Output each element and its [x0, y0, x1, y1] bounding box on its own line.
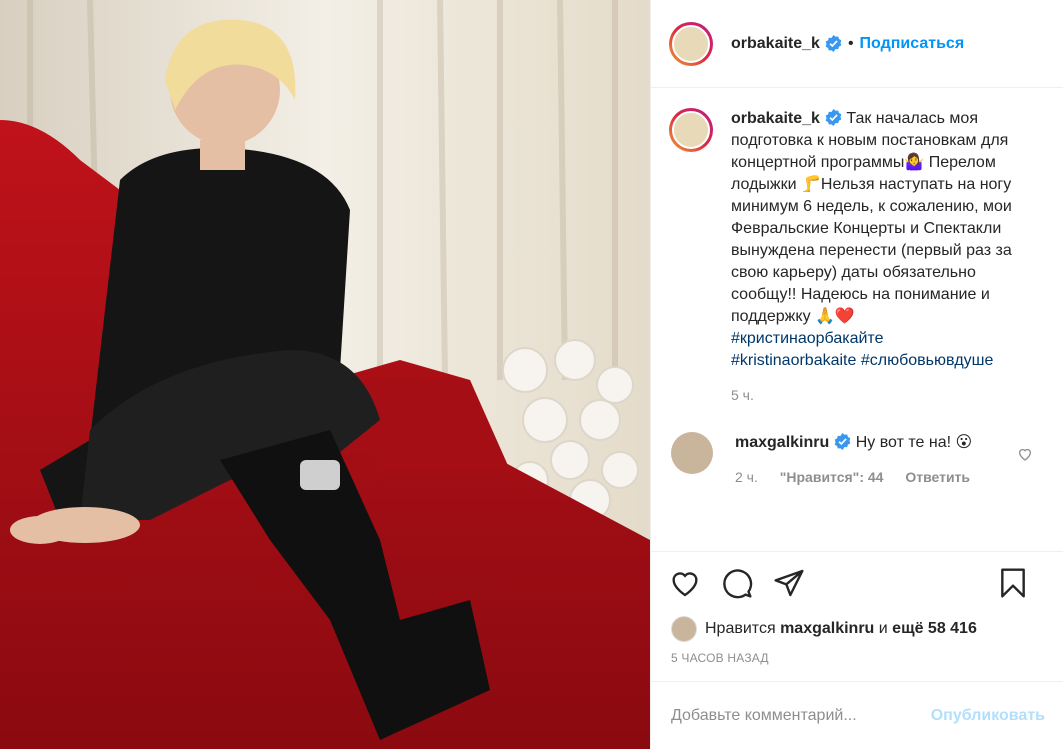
- post-timestamp[interactable]: 5 ЧАСОВ НАЗАД: [651, 645, 1063, 681]
- add-comment-bar: Добавьте комментарий... Опубликовать: [651, 681, 1063, 749]
- comment-like-icon[interactable]: [1017, 446, 1033, 462]
- header-separator: •: [847, 34, 854, 52]
- caption-avatar[interactable]: [669, 108, 713, 152]
- comment-username[interactable]: maxgalkinru: [735, 434, 829, 451]
- caption-text-block: orbakaite_k Так началась моя подготовка …: [731, 108, 1026, 406]
- likes-prefix: Нравится: [705, 620, 776, 637]
- likes-summary: Нравится maxgalkinru и ещё 58 416: [651, 613, 1063, 645]
- follow-button[interactable]: Подписаться: [860, 35, 965, 53]
- post-photo-illustration: [0, 0, 650, 749]
- comment-time[interactable]: 2 ч.: [735, 469, 758, 485]
- author-avatar-image: [672, 24, 710, 63]
- liker-username[interactable]: maxgalkinru: [780, 620, 874, 638]
- caption-text: Так началась моя подготовка к новым пост…: [731, 110, 1012, 325]
- caption: orbakaite_k Так началась моя подготовка …: [669, 108, 1045, 406]
- likes-count-button[interactable]: ещё 58 416: [892, 620, 977, 638]
- commenter-avatar[interactable]: [671, 432, 713, 474]
- comments-area[interactable]: orbakaite_k Так началась моя подготовка …: [651, 88, 1063, 551]
- author-username[interactable]: orbakaite_k: [731, 35, 820, 53]
- reply-button[interactable]: Ответить: [905, 469, 970, 485]
- bookmark-icon[interactable]: [997, 567, 1029, 599]
- share-icon[interactable]: [773, 567, 805, 599]
- liker-avatar[interactable]: [671, 616, 697, 642]
- comment-text: Ну вот те на! 😮: [855, 434, 973, 451]
- comment-meta: 2 ч. "Нравится": 44 Ответить: [735, 466, 988, 488]
- publish-button[interactable]: Опубликовать: [931, 707, 1045, 725]
- caption-time[interactable]: 5 ч.: [731, 384, 1026, 406]
- caption-avatar-image: [672, 111, 710, 149]
- verified-badge-icon: [825, 35, 842, 52]
- comment-likes-button[interactable]: "Нравится": 44: [780, 469, 884, 485]
- post-photo[interactable]: [0, 0, 650, 749]
- verified-badge-icon: [834, 433, 851, 450]
- comment-item: maxgalkinru Ну вот те на! 😮 2 ч. "Нравит…: [669, 432, 1045, 488]
- post-header: orbakaite_k • Подписаться: [651, 0, 1063, 88]
- action-bar: [651, 551, 1063, 613]
- caption-username[interactable]: orbakaite_k: [731, 110, 820, 127]
- verified-badge-icon: [825, 109, 842, 126]
- post-sidebar: orbakaite_k • Подписаться orbakaite_k Та…: [650, 0, 1063, 749]
- hashtag-link[interactable]: #кристинаорбакайте: [731, 330, 883, 347]
- likes-middle: и: [878, 620, 888, 637]
- author-avatar[interactable]: [669, 21, 713, 66]
- comment-input[interactable]: Добавьте комментарий...: [671, 707, 857, 725]
- hashtag-link[interactable]: #слюбовьювдуше: [861, 352, 994, 369]
- comment-text-block: maxgalkinru Ну вот те на! 😮 2 ч. "Нравит…: [735, 432, 988, 488]
- hashtag-link[interactable]: #kristinaorbakaite: [731, 352, 856, 369]
- comment-icon[interactable]: [721, 567, 753, 599]
- heart-icon[interactable]: [669, 567, 701, 599]
- post-dialog: orbakaite_k • Подписаться orbakaite_k Та…: [0, 0, 1063, 749]
